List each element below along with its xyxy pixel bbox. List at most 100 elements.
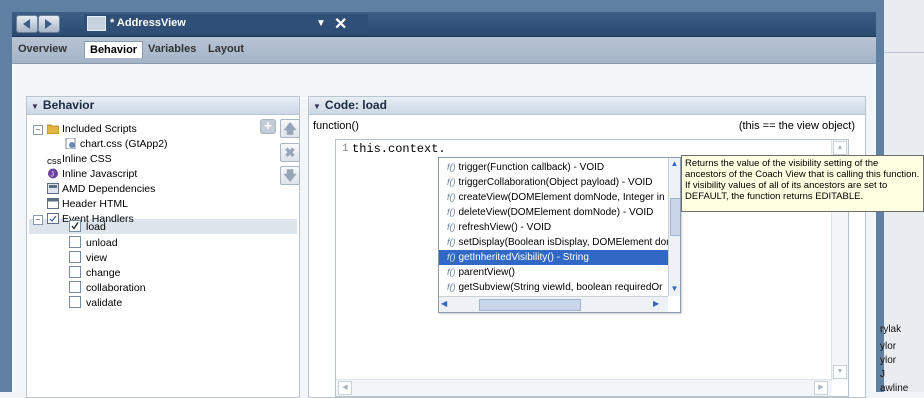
autocomplete-item-label: createView(DOMElement domNode, Integer i… xyxy=(458,192,665,203)
html-icon xyxy=(47,198,59,209)
scroll-left-icon[interactable]: ◀ xyxy=(441,299,451,309)
background-text: rylak xyxy=(880,324,902,335)
tab-variables[interactable]: Variables xyxy=(148,43,196,55)
horizontal-scrollbar[interactable]: ◀ ▶ xyxy=(336,379,832,396)
autocomplete-item[interactable]: f() parentView() xyxy=(439,265,675,280)
javascript-icon: J xyxy=(47,168,59,179)
checkbox[interactable] xyxy=(69,296,81,308)
tab-layout[interactable]: Layout xyxy=(208,43,244,55)
document-tab[interactable]: * AddressView ▼ ✕ xyxy=(84,14,368,33)
back-button[interactable] xyxy=(16,15,38,33)
handler-view[interactable]: view xyxy=(69,251,107,265)
background-text: awline xyxy=(880,383,909,394)
function-note: (this == the view object) xyxy=(738,120,855,132)
code-panel-title: Code: load xyxy=(324,98,387,112)
event-handlers-icon xyxy=(47,213,59,224)
forward-button[interactable] xyxy=(38,15,60,33)
collapse-toggle-icon[interactable]: − xyxy=(33,215,43,225)
divider xyxy=(884,52,924,53)
move-down-button[interactable]: 🡇 xyxy=(280,166,300,185)
autocomplete-item[interactable]: f() triggerCollaboration(Object payload) … xyxy=(439,175,675,190)
document-title: * AddressView xyxy=(110,17,186,29)
svg-text:J: J xyxy=(51,172,55,179)
function-icon: f() xyxy=(447,237,456,247)
tree-item-header-html[interactable]: Header HTML xyxy=(47,197,128,211)
autocomplete-item[interactable]: f() deleteView(DOMElement domNode) - VOID xyxy=(439,205,675,220)
scroll-left-icon[interactable]: ◀ xyxy=(338,381,352,395)
chevron-down-icon[interactable]: ▼ xyxy=(316,18,326,29)
checkbox[interactable] xyxy=(69,251,81,263)
collapse-toggle-icon[interactable]: − xyxy=(33,125,43,135)
autocomplete-item-label: getInheritedVisibility() - String xyxy=(458,252,589,263)
close-icon[interactable]: ✕ xyxy=(334,14,347,34)
module-icon xyxy=(47,183,59,194)
title-bar: * AddressView ▼ ✕ xyxy=(12,12,876,37)
checkbox[interactable] xyxy=(69,266,81,278)
function-signature: function() xyxy=(313,120,359,132)
checkbox[interactable] xyxy=(69,236,81,248)
handler-validate[interactable]: validate xyxy=(69,296,122,310)
code-text[interactable]: this.context. xyxy=(352,142,446,156)
autocomplete-item-label: refreshView() - VOID xyxy=(458,222,552,233)
forward-arrow-icon xyxy=(45,19,52,29)
folder-icon xyxy=(46,123,60,135)
collapse-icon: ▼ xyxy=(313,102,321,111)
autocomplete-item[interactable]: f() createView(DOMElement domNode, Intege… xyxy=(439,190,675,205)
autocomplete-item-label: parentView() xyxy=(458,267,516,278)
autocomplete-item[interactable]: f() setDisplay(Boolean isDisplay, DOMElem… xyxy=(439,235,675,250)
autocomplete-vertical-scrollbar[interactable]: ▲ ▼ xyxy=(668,158,680,296)
scroll-down-icon[interactable]: ▼ xyxy=(833,365,847,379)
add-icon[interactable]: + xyxy=(260,119,276,134)
autocomplete-item[interactable]: f() trigger(Function callback) - VOID xyxy=(439,160,675,175)
autocomplete-item-label: deleteView(DOMElement domNode) - VOID xyxy=(458,207,654,218)
tree-item-label: Included Scripts xyxy=(62,123,137,135)
autocomplete-item-label: triggerCollaboration(Object payload) - V… xyxy=(458,177,653,188)
css-icon: CSS xyxy=(47,159,62,166)
handler-label: load xyxy=(86,221,106,233)
handler-collaboration[interactable]: collaboration xyxy=(69,281,146,295)
back-arrow-icon xyxy=(23,19,30,29)
code-panel-header[interactable]: ▼ Code: load xyxy=(309,97,865,115)
delete-button[interactable]: ✖ xyxy=(280,143,300,162)
behavior-panel-header[interactable]: ▼ Behavior xyxy=(27,97,299,115)
scroll-right-icon[interactable]: ▶ xyxy=(653,299,663,309)
line-number: 1 xyxy=(342,143,349,155)
autocomplete-item-label: trigger(Function callback) - VOID xyxy=(458,162,605,173)
checkbox[interactable] xyxy=(69,281,81,293)
function-icon: f() xyxy=(447,252,456,262)
behavior-panel: ▼ Behavior − Included Scripts chart.css (G… xyxy=(26,96,300,398)
move-up-button[interactable]: 🡅 xyxy=(280,119,300,138)
autocomplete-horizontal-scrollbar[interactable]: ◀ ▶ xyxy=(439,296,668,312)
handler-change[interactable]: change xyxy=(69,266,120,280)
css-file-icon xyxy=(65,137,77,150)
checkbox[interactable] xyxy=(69,220,81,232)
scroll-up-icon[interactable]: ▲ xyxy=(670,159,679,169)
tree-item-inline-css[interactable]: CSSInline CSS xyxy=(47,152,112,166)
tree-item-included-scripts[interactable]: − Included Scripts xyxy=(33,122,137,136)
tree-item-amd-dependencies[interactable]: AMD Dependencies xyxy=(47,182,155,196)
handler-label: change xyxy=(86,267,121,279)
autocomplete-item[interactable]: f() getSubview(String viewId, boolean req… xyxy=(439,280,675,295)
function-icon: f() xyxy=(447,192,456,202)
function-icon: f() xyxy=(447,282,456,292)
background-text: J xyxy=(880,369,885,380)
function-icon: f() xyxy=(447,267,456,277)
scroll-up-icon[interactable]: ▲ xyxy=(833,141,847,155)
autocomplete-item-selected[interactable]: f() getInheritedVisibility() - String xyxy=(439,250,675,265)
autocomplete-item[interactable]: f() refreshView() - VOID xyxy=(439,220,675,235)
background-text: ylor xyxy=(880,355,897,366)
function-icon: f() xyxy=(447,162,456,172)
scroll-thumb[interactable] xyxy=(479,299,581,311)
autocomplete-popup: f() trigger(Function callback) - VOID f()… xyxy=(438,157,681,313)
handler-unload[interactable]: unload xyxy=(69,236,118,250)
tree-item-chart-css[interactable]: chart.css (GtApp2) xyxy=(65,137,168,151)
tree-item-inline-javascript[interactable]: J Inline Javascript xyxy=(47,167,137,181)
tab-overview[interactable]: Overview xyxy=(18,43,67,55)
handler-load[interactable]: load xyxy=(69,220,106,234)
scroll-right-icon[interactable]: ▶ xyxy=(814,381,828,395)
tab-behavior[interactable]: Behavior xyxy=(84,41,144,58)
autocomplete-item-label: setDisplay(Boolean isDisplay, DOMElement… xyxy=(458,237,670,248)
scroll-thumb[interactable] xyxy=(670,198,680,236)
behavior-panel-title: Behavior xyxy=(42,98,95,112)
scroll-down-icon[interactable]: ▼ xyxy=(670,284,679,294)
